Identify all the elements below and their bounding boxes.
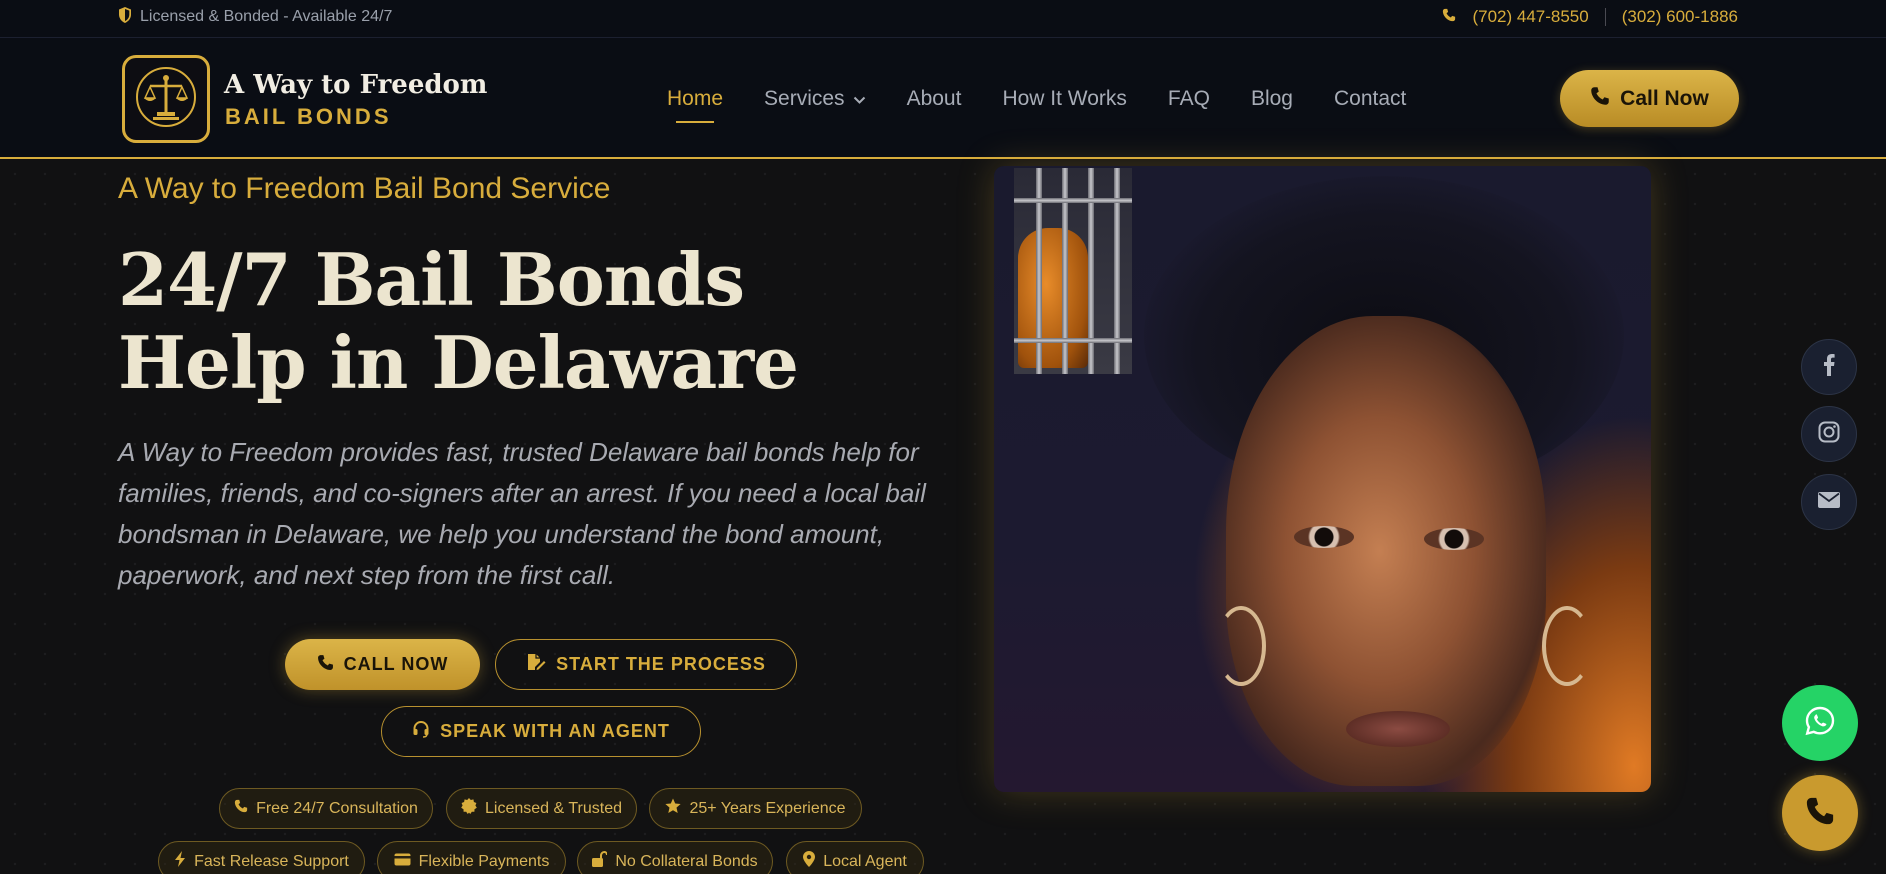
file-signature-icon [526,653,546,676]
top-bar: Licensed & Bonded - Available 24/7 (702)… [0,0,1886,38]
license-notice: Licensed & Bonded - Available 24/7 [118,0,392,34]
hero-eyebrow: A Way to Freedom Bail Bond Service [118,172,611,205]
feature-chip: No Collateral Bonds [577,841,773,874]
email-link[interactable] [1801,474,1857,530]
phone-icon [1805,796,1835,831]
star-icon [665,798,682,819]
credit-card-icon [394,853,411,871]
call-now-header-button[interactable]: Call Now [1560,70,1739,127]
whatsapp-icon [1804,705,1836,742]
license-text: Licensed & Bonded - Available 24/7 [140,8,393,25]
phone-icon [234,799,248,818]
feature-chip: Free 24/7 Consultation [219,788,433,829]
feature-chip: Fast Release Support [158,841,365,874]
nav-item-faq[interactable]: FAQ [1168,87,1210,111]
unlock-icon [592,850,609,872]
feature-chip: Local Agent [786,841,924,874]
feature-chip: Licensed & Trusted [446,788,637,829]
call-now-button[interactable]: CALL NOW [285,639,480,690]
brand-title[interactable]: A Way to Freedom [224,70,487,100]
shield-icon [118,6,132,28]
divider [1604,8,1606,26]
call-now-button-label: CALL NOW [343,654,449,674]
map-pin-icon [803,851,816,872]
call-now-label: Call Now [1620,86,1709,110]
certificate-icon [461,798,477,819]
nav-item-blog[interactable]: Blog [1251,87,1293,111]
floating-call-button[interactable] [1782,775,1858,851]
logo[interactable] [122,55,210,143]
scales-of-justice-icon [135,66,197,133]
nav-item-home[interactable]: Home [667,87,723,123]
main-nav: Home Services About How It Works FAQ Blo… [667,38,1406,159]
phone-link-secondary[interactable]: (302) 600-1886 [1622,7,1738,27]
headset-icon [412,720,430,743]
speak-agent-button[interactable]: SPEAK WITH AN AGENT [381,706,701,757]
feature-chip: Flexible Payments [377,841,566,874]
nav-item-services[interactable]: Services [764,87,866,111]
envelope-icon [1818,491,1840,513]
facebook-link[interactable] [1801,339,1857,395]
hero-description: A Way to Freedom provides fast, trusted … [118,437,926,590]
site-header: A Way to Freedom BAIL BONDS Home Service… [0,38,1886,159]
phone-link-primary[interactable]: (702) 447-8550 [1472,7,1588,27]
instagram-link[interactable] [1801,406,1857,462]
nav-item-how-it-works[interactable]: How It Works [1002,87,1126,111]
nav-item-contact[interactable]: Contact [1334,87,1406,111]
feature-chip: 25+ Years Experience [649,788,862,829]
hero-heading: 24/7 Bail Bonds Help in Delaware [118,237,799,405]
chevron-down-icon [853,87,866,111]
phone-icon [1590,86,1610,112]
jail-inset-image [1014,168,1132,374]
phone-icon [1442,7,1456,27]
speak-agent-label: SPEAK WITH AN AGENT [440,721,670,741]
instagram-icon [1818,421,1840,448]
start-process-button[interactable]: START THE PROCESS [495,639,797,690]
brand-subtitle: BAIL BONDS [225,104,392,129]
bolt-icon [174,851,186,872]
nav-item-about[interactable]: About [907,87,962,111]
phone-icon [317,654,334,676]
start-process-label: START THE PROCESS [556,654,766,674]
facebook-icon [1823,353,1835,381]
hero-image [994,166,1651,792]
whatsapp-button[interactable] [1782,685,1858,761]
